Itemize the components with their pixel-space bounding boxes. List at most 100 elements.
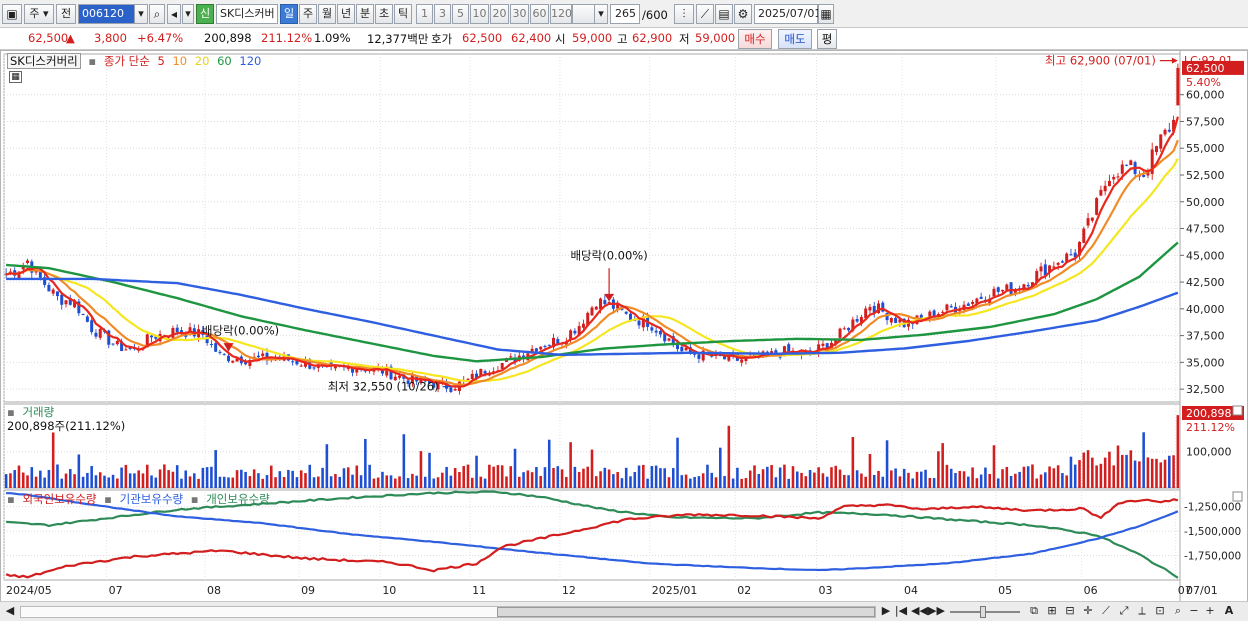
magnify-icon[interactable]: ⌕ <box>1170 604 1186 620</box>
candle-body[interactable] <box>261 353 265 357</box>
volume-bar[interactable] <box>145 464 149 488</box>
volume-bar[interactable] <box>342 468 346 488</box>
volume-bar[interactable] <box>1142 432 1145 488</box>
volume-bar[interactable] <box>282 476 286 488</box>
volume-bar[interactable] <box>56 464 59 488</box>
volume-bar[interactable] <box>325 444 329 488</box>
interval-button[interactable]: 10 <box>470 4 489 24</box>
volume-bar[interactable] <box>1095 465 1098 488</box>
volume-bar[interactable] <box>39 470 42 488</box>
volume-bar[interactable] <box>518 476 521 488</box>
volume-bar[interactable] <box>17 465 21 488</box>
volume-bar[interactable] <box>1146 457 1150 488</box>
candle-body[interactable] <box>1154 146 1158 153</box>
prev-button[interactable]: 전 <box>56 4 76 24</box>
candle-body[interactable] <box>941 311 945 313</box>
volume-bar[interactable] <box>791 466 795 488</box>
candle-body[interactable] <box>218 351 222 353</box>
volume-bar[interactable] <box>1176 415 1180 488</box>
volume-bar[interactable] <box>73 474 76 488</box>
volume-bar[interactable] <box>646 478 649 488</box>
candle-body[interactable] <box>667 338 671 341</box>
table-icon[interactable]: ▦ <box>9 71 22 83</box>
volume-bar[interactable] <box>321 467 324 488</box>
candle-body[interactable] <box>214 343 218 352</box>
volume-bar[interactable] <box>731 478 735 488</box>
candle-body[interactable] <box>603 300 607 305</box>
period-button[interactable]: 주 <box>299 4 317 24</box>
volume-bar[interactable] <box>1065 475 1068 488</box>
period-button[interactable]: 년 <box>337 4 355 24</box>
stock-chart[interactable]: 60,000 57,500 55,000 52,500 50,000 47,500 45,0… <box>0 50 1248 602</box>
crosshair-icon[interactable]: ✛ <box>1080 604 1096 620</box>
candle-body[interactable] <box>98 328 102 338</box>
volume-bar[interactable] <box>577 471 581 488</box>
interval-button[interactable]: 60 <box>530 4 549 24</box>
volume-bar[interactable] <box>86 472 89 488</box>
candle-body[interactable] <box>637 320 641 326</box>
volume-bar[interactable] <box>967 476 970 488</box>
menu-dropdown-icon[interactable]: ▾ <box>182 4 194 24</box>
volume-bar[interactable] <box>945 464 949 488</box>
volume-bar[interactable] <box>188 476 192 488</box>
volume-bar[interactable] <box>650 466 654 488</box>
volume-bar[interactable] <box>800 472 803 488</box>
volume-bar[interactable] <box>830 467 833 488</box>
volume-bar[interactable] <box>308 464 312 488</box>
candle-body[interactable] <box>90 320 94 333</box>
candle-body[interactable] <box>650 327 654 331</box>
candle-body[interactable] <box>1120 164 1124 174</box>
volume-bar[interactable] <box>877 470 880 488</box>
eval-button[interactable]: 평 <box>817 29 837 49</box>
candle-body[interactable] <box>847 327 851 331</box>
volume-bar[interactable] <box>565 476 568 488</box>
volume-bar[interactable] <box>535 467 538 488</box>
candle-body[interactable] <box>1125 164 1129 166</box>
volume-bar[interactable] <box>479 476 483 488</box>
volume-bar[interactable] <box>941 443 944 488</box>
volume-bar[interactable] <box>312 477 316 488</box>
volume-bar[interactable] <box>821 473 825 488</box>
volume-bar[interactable] <box>1022 466 1026 488</box>
volume-bar[interactable] <box>808 469 812 488</box>
scroll-left-button[interactable]: ◀ <box>4 604 16 620</box>
candle-body[interactable] <box>680 346 684 352</box>
volume-bar[interactable] <box>248 476 252 488</box>
gear-icon[interactable]: ⚙ <box>734 4 752 24</box>
volume-bar[interactable] <box>1069 456 1073 488</box>
volume-bar[interactable] <box>761 469 765 488</box>
volume-bar[interactable] <box>1026 466 1030 488</box>
candle-body[interactable] <box>51 289 55 294</box>
candle-body[interactable] <box>398 375 402 378</box>
volume-bar[interactable] <box>1056 465 1060 488</box>
volume-bar[interactable] <box>693 476 696 488</box>
candle-body[interactable] <box>855 319 859 322</box>
volume-bar[interactable] <box>269 465 273 488</box>
volume-bar[interactable] <box>911 478 915 488</box>
volume-bar[interactable] <box>872 474 876 488</box>
volume-bar[interactable] <box>205 467 209 488</box>
volume-bar[interactable] <box>257 473 260 488</box>
candle-body[interactable] <box>654 330 658 333</box>
volume-bar[interactable] <box>449 475 453 488</box>
candle-body[interactable] <box>111 343 115 345</box>
volume-bar[interactable] <box>1082 452 1086 488</box>
candle-body[interactable] <box>1026 285 1030 287</box>
volume-bar[interactable] <box>847 475 850 488</box>
candle-body[interactable] <box>453 389 457 391</box>
volume-bar[interactable] <box>1138 461 1141 488</box>
interval-button[interactable]: 5 <box>452 4 469 24</box>
volume-bar[interactable] <box>1009 476 1013 488</box>
period-select[interactable]: 주 ▾ <box>24 4 54 24</box>
zoom-slider-handle[interactable] <box>980 606 986 618</box>
volume-bar[interactable] <box>1039 474 1043 488</box>
volume-bar[interactable] <box>389 475 393 488</box>
volume-bar[interactable] <box>1091 457 1094 488</box>
volume-bar[interactable] <box>180 478 183 488</box>
volume-bar[interactable] <box>218 476 222 488</box>
zoom-in-button[interactable]: + <box>1204 604 1216 620</box>
volume-bar[interactable] <box>975 478 979 488</box>
candle-body[interactable] <box>658 331 662 335</box>
interval-button[interactable]: 3 <box>434 4 451 24</box>
candle-body[interactable] <box>1005 284 1009 291</box>
